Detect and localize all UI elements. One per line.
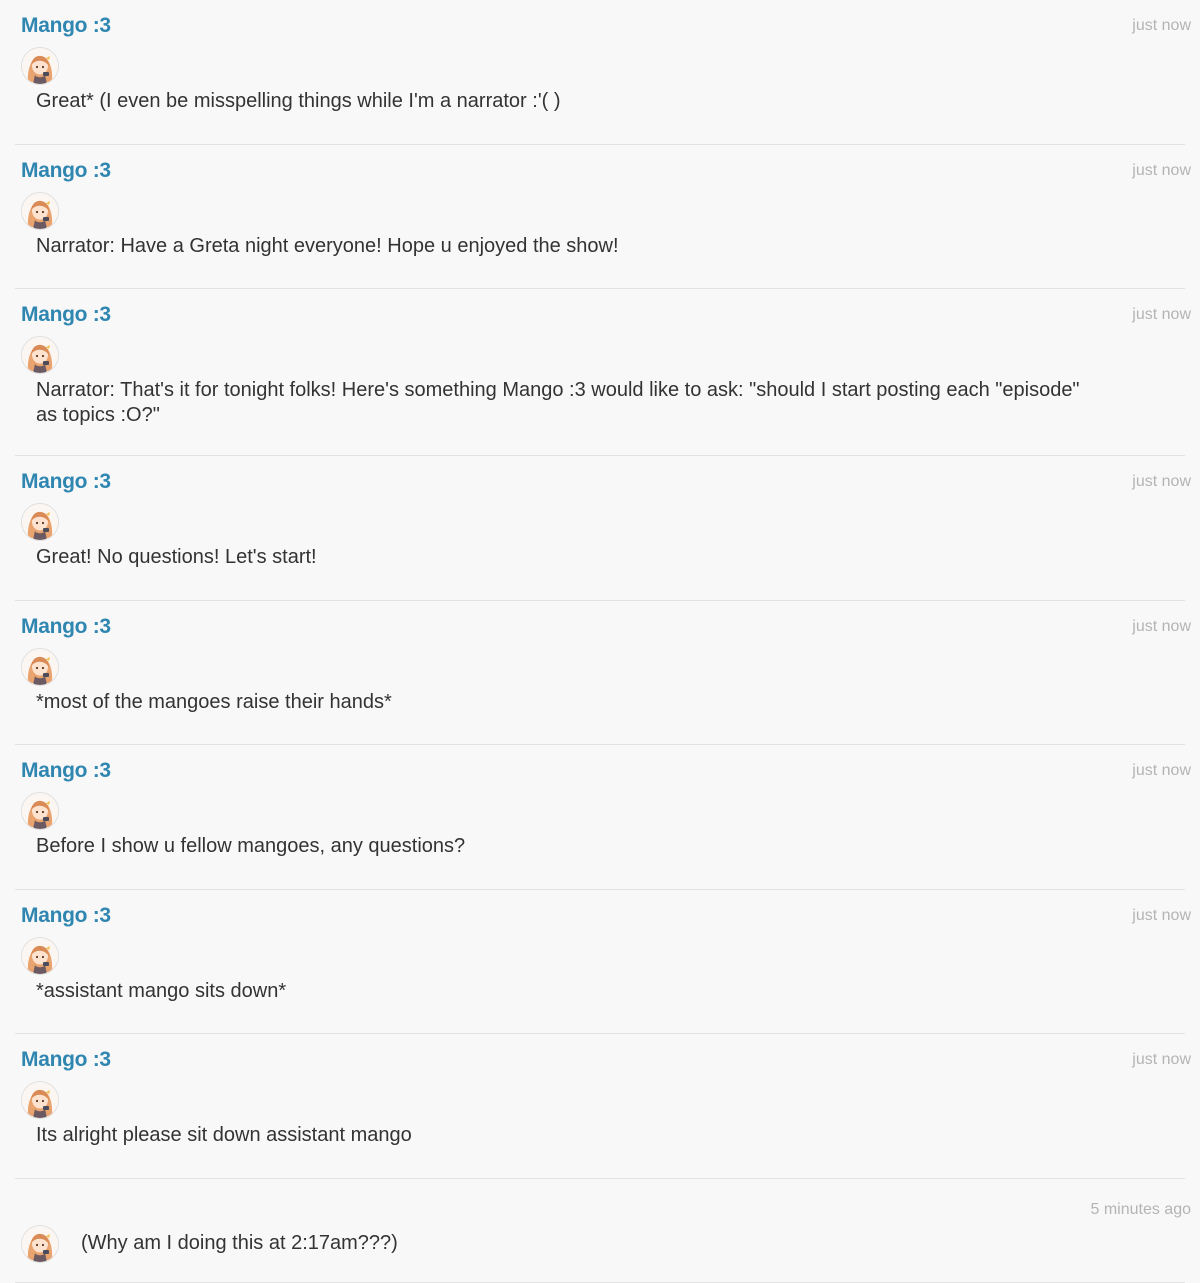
post-timestamp: 5 minutes ago — [1090, 1200, 1191, 1218]
chat-post: Mango :3 just now Narrator: Have a Greta… — [15, 145, 1191, 289]
post-text: Narrator: Have a Greta night everyone! H… — [36, 234, 619, 257]
post-timestamp: just now — [1132, 1051, 1191, 1068]
post-text: Its alright please sit down assistant ma… — [36, 1124, 412, 1146]
chat-post: 5 minutes ago (Why am I doing this at 2:… — [15, 1179, 1191, 1283]
post-timestamp: just now — [1132, 473, 1191, 490]
anime-girl-avatar-icon[interactable] — [21, 1081, 59, 1119]
post-author[interactable]: Mango :3 — [21, 159, 111, 183]
post-author[interactable]: Mango :3 — [21, 904, 111, 928]
anime-girl-avatar-icon[interactable] — [21, 936, 59, 975]
post-author[interactable]: Mango :3 — [21, 615, 111, 639]
post-author[interactable]: Mango :3 — [21, 303, 111, 327]
anime-girl-avatar-icon[interactable] — [21, 647, 59, 686]
post-text: Before I show u fellow mangoes, any ques… — [36, 835, 466, 857]
chat-post: Mango :3 just now Its alright please sit… — [15, 1034, 1191, 1179]
anime-girl-avatar-icon[interactable] — [21, 792, 59, 830]
chat-feed: Mango :3 just now Great* (I even be miss… — [0, 0, 1200, 1283]
post-timestamp: just now — [1132, 762, 1191, 779]
post-timestamp: just now — [1132, 306, 1191, 323]
anime-girl-avatar-icon[interactable] — [21, 336, 59, 374]
anime-girl-avatar-icon[interactable] — [21, 191, 59, 230]
chat-post: Mango :3 just now *most of the mangoes r… — [15, 601, 1191, 745]
anime-girl-avatar-icon[interactable] — [21, 503, 59, 541]
post-author[interactable]: Mango :3 — [21, 759, 111, 783]
anime-girl-avatar-icon[interactable] — [21, 47, 59, 85]
post-text: Great* (I even be misspelling things whi… — [36, 90, 561, 112]
post-author[interactable]: Mango :3 — [21, 14, 111, 38]
post-text: Great! No questions! Let's start! — [36, 546, 317, 568]
chat-post: Mango :3 just now Great! No questions! L… — [15, 456, 1191, 601]
post-author[interactable]: Mango :3 — [21, 470, 111, 494]
post-text: *assistant mango sits down* — [36, 979, 287, 1002]
post-text: Narrator: That's it for tonight folks! H… — [36, 379, 1080, 426]
post-text: *most of the mangoes raise their hands* — [36, 690, 392, 713]
chat-post: Mango :3 just now Before I show u fellow… — [15, 745, 1191, 890]
chat-post: Mango :3 just now Narrator: That's it fo… — [15, 289, 1191, 456]
post-timestamp: just now — [1132, 906, 1191, 924]
post-author[interactable]: Mango :3 — [21, 1048, 111, 1072]
chat-post: Mango :3 just now Great* (I even be miss… — [15, 0, 1191, 145]
anime-girl-avatar-icon[interactable] — [21, 1224, 59, 1263]
chat-post: Mango :3 just now *assistant mango sits … — [15, 890, 1191, 1034]
post-timestamp: just now — [1132, 161, 1191, 179]
post-timestamp: just now — [1132, 17, 1191, 34]
post-timestamp: just now — [1132, 617, 1191, 635]
post-text: (Why am I doing this at 2:17am???) — [81, 1231, 398, 1254]
